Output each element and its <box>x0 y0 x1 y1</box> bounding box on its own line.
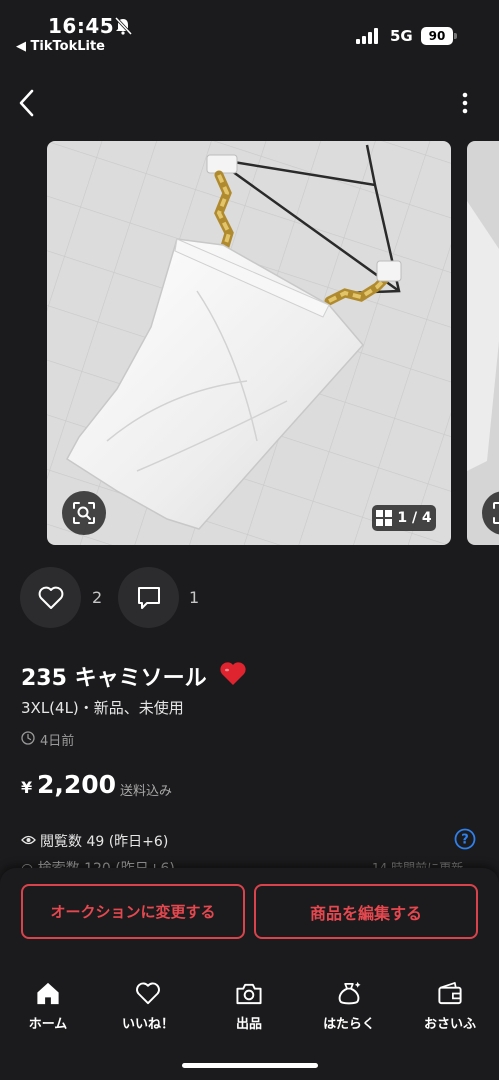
more-options-icon[interactable] <box>450 88 480 118</box>
tab-wallet[interactable]: おさいふ <box>410 980 490 1032</box>
tab-work-label: はたらく <box>323 1017 375 1032</box>
next-photo-peek[interactable] <box>467 141 499 545</box>
tab-likes[interactable]: いいね！ <box>108 980 188 1032</box>
view-stats: 閲覧数 49 (昨日+6) <box>40 834 169 850</box>
comment-icon <box>137 586 160 609</box>
image-search-button-next[interactable] <box>482 491 499 535</box>
edit-item-label: 商品を編集する <box>309 903 422 923</box>
red-heart-emoji-icon <box>220 662 246 685</box>
item-title: 235 キャミソール <box>21 666 207 691</box>
heart-icon <box>136 982 160 1005</box>
comment-count: 1 <box>189 588 200 607</box>
like-count: 2 <box>92 588 103 607</box>
scan-search-icon-next <box>493 502 499 524</box>
item-size-condition: 3XL(4L)・新品、未使用 <box>21 699 184 717</box>
status-time: 16:45 <box>48 14 115 38</box>
home-icon <box>37 982 59 1005</box>
scan-search-icon <box>73 502 95 524</box>
shipping-note: 送料込み <box>120 784 173 799</box>
next-photo-image <box>467 141 499 545</box>
battery-level: 90 <box>421 27 453 45</box>
change-to-auction-button[interactable]: オークションに変更する <box>21 884 245 939</box>
photo-counter[interactable]: 1 / 4 <box>372 505 436 531</box>
back-button[interactable] <box>10 85 46 121</box>
money-bag-icon <box>338 981 361 1005</box>
camera-icon <box>236 983 262 1005</box>
heart-outline-icon <box>38 586 63 609</box>
wallet-icon <box>438 982 462 1005</box>
tab-wallet-label: おさいふ <box>423 1017 476 1032</box>
camisole-image <box>47 141 451 545</box>
photo-counter-text: 1 / 4 <box>397 510 432 526</box>
svg-text:?: ? <box>461 833 469 848</box>
network-type: 5G <box>390 27 413 45</box>
image-search-button[interactable] <box>62 491 106 535</box>
bell-slash-icon <box>114 17 133 35</box>
currency-symbol: ¥ <box>21 778 33 797</box>
change-to-auction-label: オークションに変更する <box>50 903 216 921</box>
status-bar: 16:45 ◀ TikTokLite 5G 90 <box>0 0 499 62</box>
tab-home-label: ホーム <box>28 1017 68 1032</box>
item-price: 2,200 <box>37 770 117 799</box>
tab-likes-label: いいね！ <box>121 1017 174 1032</box>
battery-tip <box>454 33 457 39</box>
edit-item-button[interactable]: 商品を編集する <box>254 884 478 939</box>
like-button[interactable] <box>20 567 81 628</box>
posted-time: 4日前 <box>40 734 75 749</box>
product-photo[interactable] <box>47 141 451 545</box>
photo-carousel[interactable]: 1 / 4 <box>0 141 499 545</box>
tab-home[interactable]: ホーム <box>8 980 88 1032</box>
tab-work[interactable]: はたらく <box>309 980 389 1032</box>
tab-sell[interactable]: 出品 <box>209 980 289 1032</box>
signal-icon <box>356 28 378 44</box>
back-to-app-link[interactable]: ◀ TikTokLite <box>16 39 105 54</box>
clock-icon <box>21 731 35 745</box>
grid-icon <box>376 510 393 526</box>
tab-sell-label: 出品 <box>235 1017 262 1032</box>
home-indicator[interactable] <box>182 1063 318 1068</box>
eye-icon <box>21 835 36 845</box>
comment-button[interactable] <box>118 567 179 628</box>
help-icon[interactable]: ? <box>454 828 476 850</box>
